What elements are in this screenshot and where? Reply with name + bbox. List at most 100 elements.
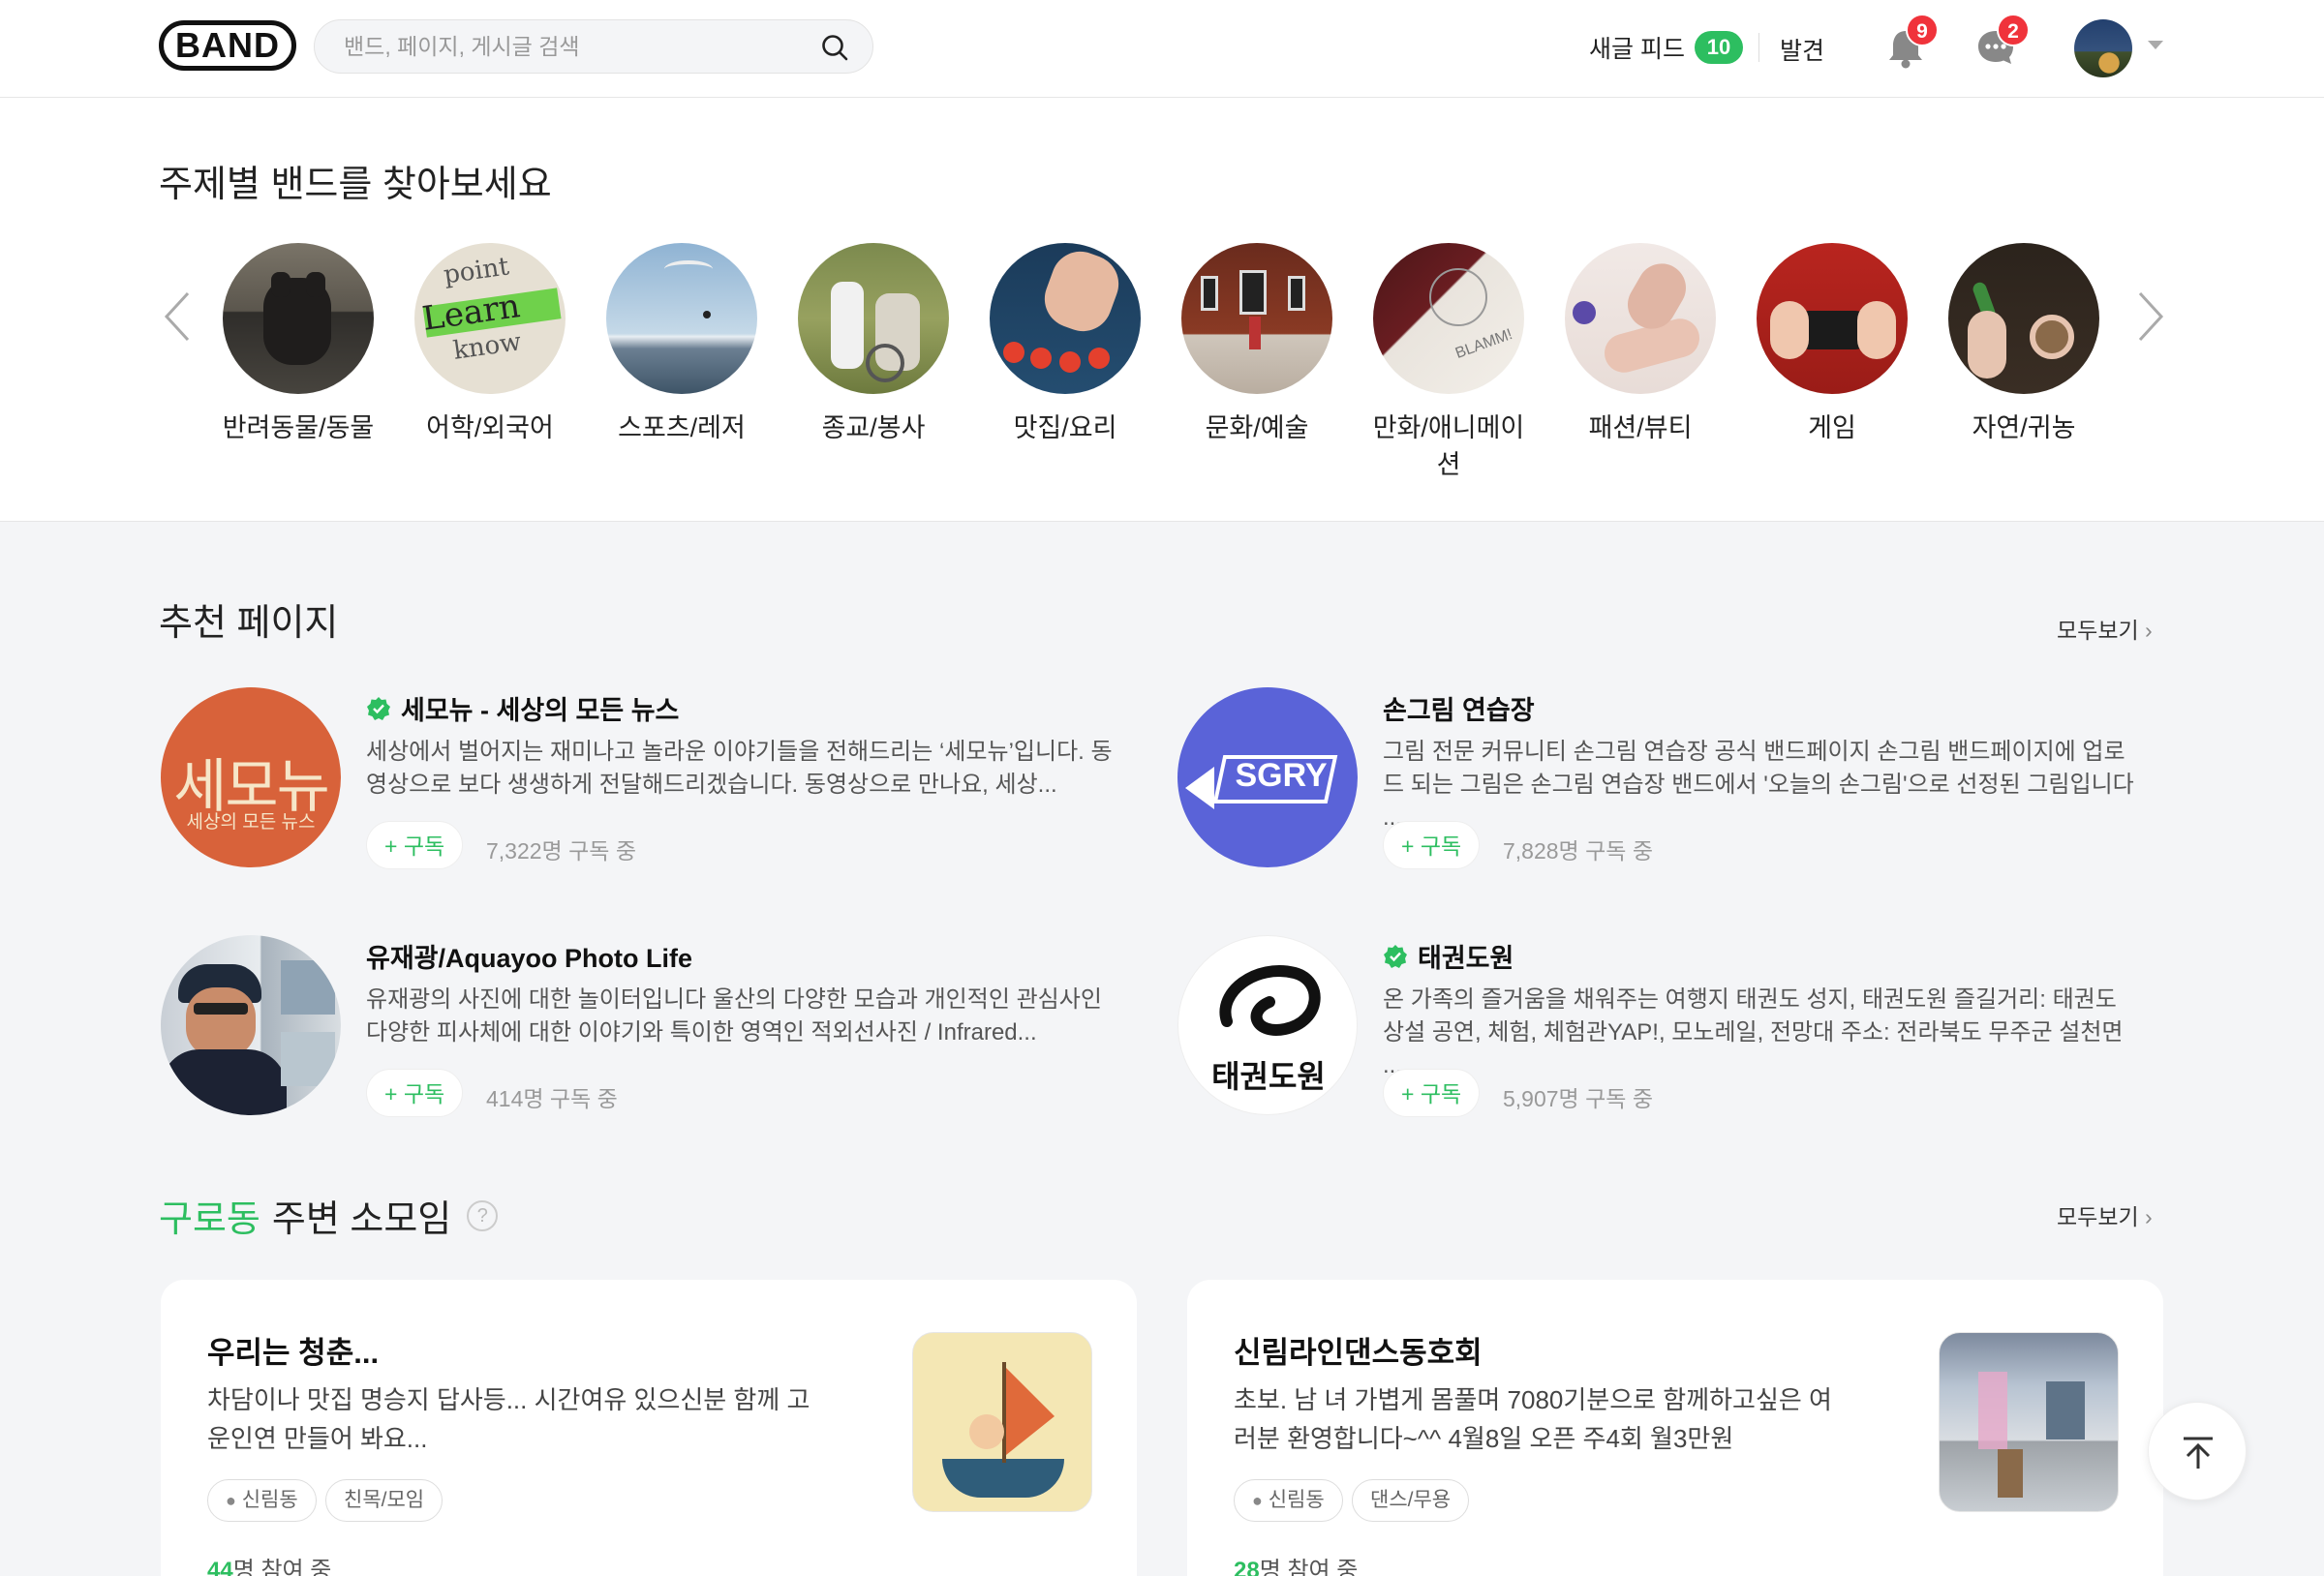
topic-label: 스포츠/레저 [618,413,746,442]
topic-image-language: Learn point know [414,243,566,394]
subscriber-count: 414명 구독 중 [486,1086,618,1111]
topic-image-game [1757,243,1908,394]
verified-icon [367,696,390,720]
page-name-text: 손그림 연습장 [1383,696,1535,725]
subscribe-button[interactable]: + 구독 [1383,821,1481,869]
topic-item-culture-art[interactable]: 문화/예술 [1175,243,1339,446]
page-name[interactable]: 유재광/Aquayoo Photo Life [366,937,692,975]
page-item[interactable]: SGRY 손그림 연습장 그림 전문 커뮤니티 손그림 연습장 공식 밴드페이지… [1177,687,2136,881]
topic-item-pets[interactable]: 반려동물/동물 [216,243,381,446]
map-pin-icon: ● [1252,1491,1263,1510]
group-thumbnail [912,1332,1092,1512]
nav-divider [1758,33,1759,62]
subscriber-count: 7,322명 구독 중 [486,838,636,864]
topic-image-comics-animation: BLAMM! [1373,243,1524,394]
group-card[interactable]: 신림라인댄스동호회 초보. 남 녀 가볍게 몸풀며 7080기분으로 함께하고싶… [1187,1280,2163,1576]
page-description: 온 가족의 즐거움을 채워주는 여행지 태권도 성지, 태권도원 즐길거리: 태… [1383,986,2124,1078]
chevron-right-icon: › [2145,1204,2153,1229]
topic-image-sports [606,243,757,394]
scroll-to-top-button[interactable] [2148,1402,2247,1500]
subscribe-button[interactable]: + 구독 [366,821,464,869]
location-name[interactable]: 구로동 [159,1189,260,1242]
page-thumbnail [161,935,341,1115]
topic-image-culture-art [1181,243,1332,394]
page-name[interactable]: 세모뉴 - 세상의 모든 뉴스 [366,689,679,727]
category-chip[interactable]: 댄스/무용 [1352,1479,1470,1522]
band-logo[interactable]: BAND [159,20,296,71]
topic-item-sports[interactable]: 스포츠/레저 [599,243,764,446]
arrow-up-icon [2184,1437,2213,1469]
subscriber-count: 5,907명 구독 중 [1503,1086,1653,1111]
group-card[interactable]: 우리는 청춘... 차담이나 맛집 명승지 답사등... 시간여유 있으신분 함… [161,1280,1137,1576]
topic-item-food-cooking[interactable]: 맛집/요리 [983,243,1147,446]
page-item[interactable]: 유재광/Aquayoo Photo Life 유재광의 사진에 대한 놀이터입니… [161,935,1119,1129]
topic-image-pets [223,243,374,394]
group-title: 신림라인댄스동호회 [1234,1336,1483,1370]
feed-count-badge: 10 [1694,31,1743,64]
topic-image-fashion-beauty [1565,243,1716,394]
recommended-more-link[interactable]: 모두보기 › [2057,612,2153,645]
discover-link[interactable]: 발견 [1780,32,1824,67]
group-description: 초보. 남 녀 가볍게 몸풀며 7080기분으로 함께하고싶은 여러분 환영합니… [1234,1385,1832,1453]
member-count-text: 명 참여 중 [1259,1558,1359,1576]
chevron-right-icon[interactable] [2130,288,2169,346]
page-item[interactable]: 세모뉴 세상의 모든 뉴스 세모뉴 - 세상의 모든 뉴스 세상에서 벌어지는 … [161,687,1119,881]
page-description: 세상에서 벌어지는 재미나고 놀라운 이야기들을 전해드리는 ‘세모뉴’입니다.… [366,739,1113,798]
nearby-section-title: 구로동 주변 소모임 ? [159,1189,499,1242]
subscribe-button[interactable]: + 구독 [366,1069,464,1117]
page-name[interactable]: 손그림 연습장 [1383,689,1535,727]
topic-item-nature-farming[interactable]: 자연/귀농 [1942,243,2106,446]
recommended-section-title: 추천 페이지 [159,603,339,644]
page-thumbnail: SGRY [1177,687,1358,867]
page-name[interactable]: 태권도원 [1383,937,1514,975]
location-chip[interactable]: ● 신림동 [207,1479,317,1522]
top-header: BAND 새글 피드 10 발견 9 2 [0,0,2324,98]
search-icon[interactable] [820,33,849,62]
topic-label: 게임 [1808,413,1856,442]
topic-section: 주제별 밴드를 찾아보세요 반려동물/동물 Learn point know 어… [0,98,2324,522]
page-description: 그림 전문 커뮤니티 손그림 연습장 공식 밴드페이지 손그림 밴드페이지에 업… [1383,739,2134,831]
member-count-number: 44 [207,1558,233,1576]
feed-label: 새글 피드 [1589,36,1685,63]
profile-avatar[interactable] [2074,19,2132,77]
group-title: 우리는 청춘... [207,1336,380,1370]
chevron-down-icon[interactable] [2148,41,2163,49]
search-input[interactable] [344,20,809,73]
topic-item-game[interactable]: 게임 [1750,243,1914,446]
topic-label: 자연/귀농 [1972,413,2076,442]
page-thumbnail: 세모뉴 세상의 모든 뉴스 [161,687,341,867]
search-bar [314,19,873,74]
nearby-more-link[interactable]: 모두보기 › [2057,1198,2153,1231]
member-count: 28명 참여 중 [1234,1551,1358,1576]
topic-image-food-cooking [990,243,1141,394]
new-post-feed-link[interactable]: 새글 피드 10 [1589,30,1743,65]
more-label: 모두보기 [2057,618,2139,643]
topic-item-fashion-beauty[interactable]: 패션/뷰티 [1558,243,1723,446]
topic-label: 만화/애니메이션 [1372,413,1525,479]
subscribe-button[interactable]: + 구독 [1383,1069,1481,1117]
help-icon[interactable]: ? [467,1199,499,1231]
member-count-text: 명 참여 중 [232,1558,332,1576]
chevron-left-icon[interactable] [159,288,198,346]
member-count: 44명 참여 중 [207,1551,331,1576]
notification-count-badge: 9 [1906,14,1939,46]
topic-item-comics-animation[interactable]: BLAMM! 만화/애니메이션 [1366,243,1531,483]
group-description: 차담이나 맛집 명승지 답사등... 시간여유 있으신분 함께 고운인연 만들어… [207,1385,810,1453]
topic-item-religion-volunteer[interactable]: 종교/봉사 [791,243,956,446]
page-item[interactable]: 태권도원 태권도원 온 가족의 즐거움을 채워주는 여행지 태권도 성지, 태권… [1177,935,2136,1129]
topic-item-language[interactable]: Learn point know 어학/외국어 [408,243,572,446]
topic-label: 반려동물/동물 [222,413,375,442]
map-pin-icon: ● [226,1491,236,1510]
chat-button[interactable]: 2 [1973,14,2030,74]
topic-image-religion-volunteer [798,243,949,394]
page-name-text: 유재광/Aquayoo Photo Life [366,944,693,973]
topic-label: 어학/외국어 [426,413,554,442]
member-count-number: 28 [1234,1558,1260,1576]
chat-count-badge: 2 [1997,14,2030,46]
notification-button[interactable]: 9 [1884,14,1939,74]
subscriber-count: 7,828명 구독 중 [1503,838,1653,864]
thumb-logo-subtext: 세상의 모든 뉴스 [186,812,316,833]
page-name-text: 태권도원 [1418,944,1514,973]
location-chip[interactable]: ● 신림동 [1234,1479,1343,1522]
category-chip[interactable]: 친목/모임 [325,1479,443,1522]
